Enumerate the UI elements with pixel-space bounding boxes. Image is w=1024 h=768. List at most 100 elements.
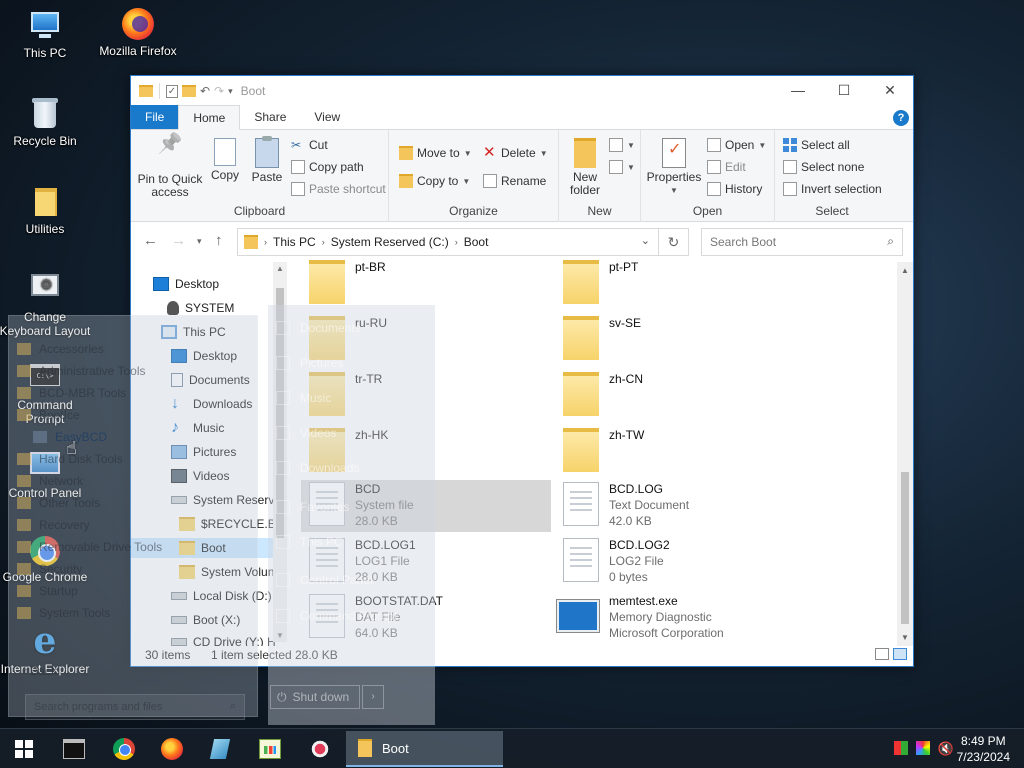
- taskbar-command-prompt[interactable]: [54, 733, 94, 765]
- copy-button[interactable]: Copy: [205, 134, 245, 182]
- place-pictures[interactable]: Pictures: [276, 356, 343, 370]
- new-folder-quick-icon[interactable]: [182, 85, 196, 97]
- scroll-down-icon[interactable]: ▼: [901, 633, 909, 642]
- rename-button[interactable]: Rename: [483, 174, 546, 188]
- program-folder-system-tools[interactable]: System Tools: [17, 606, 110, 620]
- copy-to-button[interactable]: Copy to ▼: [399, 174, 470, 188]
- place-favorites[interactable]: Favorites: [276, 500, 349, 514]
- list-item[interactable]: sv-SE: [555, 314, 805, 366]
- easy-access-button[interactable]: ▼: [609, 160, 635, 174]
- file-list-scrollbar[interactable]: ▲ ▼: [897, 262, 913, 646]
- move-to-button[interactable]: Move to ▼: [399, 146, 472, 160]
- place-videos[interactable]: Videos: [276, 426, 336, 440]
- desktop-icon-recycle-bin[interactable]: Recycle Bin: [0, 96, 93, 148]
- properties-button[interactable]: Properties ▼: [645, 138, 703, 197]
- tab-view[interactable]: View: [300, 105, 354, 129]
- breadcrumb-system-reserved[interactable]: System Reserved (C:): [331, 235, 449, 249]
- taskbar-app-tool[interactable]: [300, 733, 340, 765]
- address-dropdown-icon[interactable]: ⌄: [641, 234, 650, 247]
- new-item-button[interactable]: ▼: [609, 138, 635, 152]
- program-folder-security[interactable]: Security: [17, 562, 82, 576]
- nav-item-desktop-root[interactable]: Desktop: [153, 274, 219, 294]
- program-folder-bcd-mbr-tools[interactable]: BCD-MBR Tools: [17, 386, 126, 400]
- list-item[interactable]: BCD.LOG2 LOG2 File 0 bytes: [555, 536, 805, 588]
- up-arrow-icon[interactable]: ↑: [215, 232, 223, 249]
- place-music[interactable]: Music: [276, 391, 331, 405]
- program-folder-recovery[interactable]: Recovery: [17, 518, 90, 532]
- paste-shortcut-button[interactable]: Paste shortcut: [291, 182, 386, 196]
- breadcrumb-this-pc[interactable]: This PC: [273, 235, 316, 249]
- undo-icon[interactable]: ↶: [200, 84, 210, 98]
- clock[interactable]: 8:49 PM 7/23/2024: [957, 733, 1010, 765]
- taskbar-firefox[interactable]: [152, 733, 192, 765]
- back-arrow-icon[interactable]: ←: [143, 232, 158, 249]
- search-box[interactable]: Search Boot ⌕: [701, 228, 903, 256]
- taskbar-app-book[interactable]: [200, 733, 240, 765]
- breadcrumb-boot[interactable]: Boot: [464, 235, 489, 249]
- maximize-button[interactable]: ☐: [821, 76, 867, 104]
- place-command-prompt[interactable]: Command Prompt: [276, 609, 397, 623]
- paste-button[interactable]: Paste: [247, 136, 287, 184]
- program-folder-accessories[interactable]: Accessories: [17, 342, 104, 356]
- open-button[interactable]: Open ▼: [707, 138, 766, 152]
- invert-selection-button[interactable]: Invert selection: [783, 182, 882, 196]
- refresh-button[interactable]: ↻: [659, 228, 689, 256]
- select-none-button[interactable]: Select none: [783, 160, 864, 174]
- address-bar[interactable]: › This PC › System Reserved (C:) › Boot …: [237, 228, 659, 256]
- program-folder-startup[interactable]: Startup: [17, 584, 78, 598]
- tab-share[interactable]: Share: [240, 105, 300, 129]
- program-folder-other-tools[interactable]: Other Tools: [17, 496, 100, 510]
- scrollbar-thumb[interactable]: [901, 472, 909, 624]
- place-control-panel[interactable]: Control Panel: [276, 573, 373, 587]
- tab-home[interactable]: Home: [178, 105, 241, 130]
- properties-quick-icon[interactable]: ✓: [166, 84, 178, 98]
- scroll-up-icon[interactable]: ▲: [901, 266, 909, 275]
- list-item[interactable]: pt-BR: [301, 260, 551, 310]
- desktop-icon-utilities[interactable]: Utilities: [0, 184, 93, 236]
- shut-down-button[interactable]: ⏻ Shut down: [270, 685, 360, 709]
- place-downloads[interactable]: Downloads: [276, 461, 359, 475]
- large-icons-view-icon[interactable]: [893, 648, 907, 660]
- start-search-input[interactable]: Search programs and files ⌕: [25, 694, 245, 720]
- select-all-button[interactable]: Select all: [783, 138, 850, 152]
- desktop-icon-this-pc[interactable]: This PC: [0, 8, 93, 60]
- desktop-icon-firefox[interactable]: Mozilla Firefox: [90, 8, 186, 58]
- start-button[interactable]: [4, 733, 44, 765]
- program-folder-removable-drive-tools[interactable]: Removable Drive Tools: [17, 540, 162, 554]
- cut-button[interactable]: ✂ Cut: [291, 138, 328, 152]
- close-button[interactable]: ✕: [867, 76, 913, 104]
- place-this-pc[interactable]: This PC: [276, 535, 343, 549]
- start-menu-back[interactable]: ‹ Back: [23, 664, 57, 678]
- help-icon[interactable]: ?: [893, 110, 909, 126]
- new-folder-button[interactable]: New folder: [565, 138, 605, 197]
- shut-down-options-button[interactable]: ›: [362, 685, 384, 709]
- speaker-muted-icon[interactable]: 🔇: [938, 741, 954, 757]
- display-icon[interactable]: [915, 741, 930, 755]
- taskbar-task-explorer[interactable]: Boot: [346, 731, 503, 767]
- taskbar-chrome[interactable]: [104, 733, 144, 765]
- redo-icon[interactable]: ↷: [214, 84, 224, 98]
- list-item[interactable]: BCD.LOG Text Document 42.0 KB: [555, 480, 805, 532]
- flag-icon[interactable]: [893, 741, 908, 755]
- program-folder-network[interactable]: Network: [17, 474, 83, 488]
- place-documents[interactable]: Documents: [276, 321, 361, 335]
- history-button[interactable]: History: [707, 182, 762, 196]
- recent-locations-chevron-icon[interactable]: ▾: [197, 236, 202, 247]
- program-bootice[interactable]: BootIce: [17, 408, 80, 422]
- customize-toolbar-chevron-icon[interactable]: ▾: [228, 86, 233, 97]
- list-item[interactable]: pt-PT: [555, 260, 805, 310]
- list-item[interactable]: zh-TW: [555, 426, 805, 478]
- pin-to-quick-access-button[interactable]: Pin to Quick access: [137, 138, 203, 199]
- forward-arrow-icon[interactable]: →: [171, 232, 186, 249]
- details-view-icon[interactable]: [875, 648, 889, 660]
- delete-button[interactable]: ✕ Delete ▼: [483, 145, 548, 160]
- taskbar-app-spreadsheet[interactable]: [250, 733, 290, 765]
- tab-file[interactable]: File: [131, 105, 179, 129]
- scroll-up-icon[interactable]: ▲: [276, 264, 284, 273]
- list-item[interactable]: zh-CN: [555, 370, 805, 422]
- minimize-button[interactable]: —: [775, 76, 821, 104]
- edit-button[interactable]: Edit: [707, 160, 746, 174]
- copy-path-button[interactable]: Copy path: [291, 160, 364, 174]
- list-item[interactable]: memtest.exe Memory Diagnostic Microsoft Co…: [555, 592, 805, 644]
- program-folder-administrative-tools[interactable]: Administrative Tools: [17, 364, 146, 378]
